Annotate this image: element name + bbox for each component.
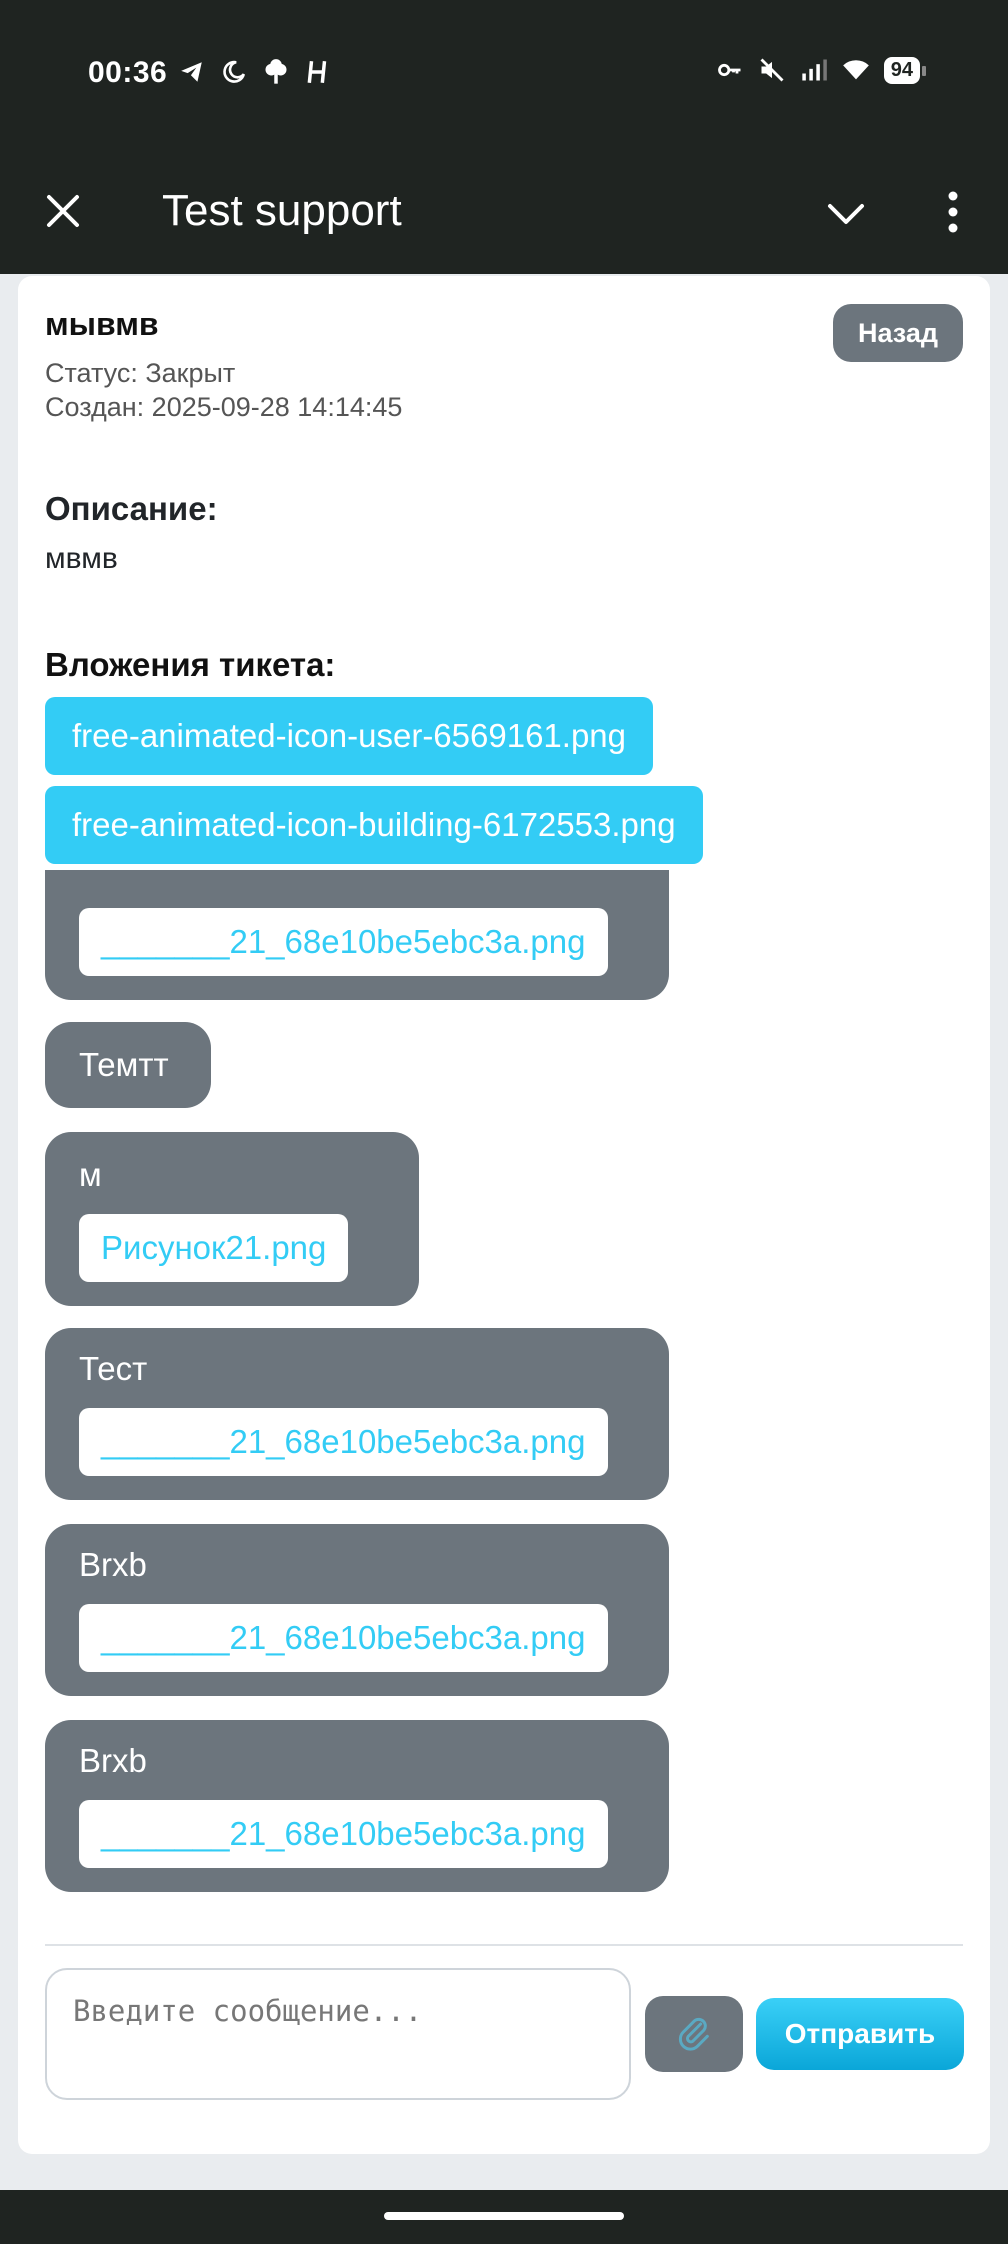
status-left-icons	[178, 58, 332, 86]
tree-icon	[262, 58, 290, 86]
message-text: Brxb	[79, 1742, 147, 1779]
description-label: Описание:	[45, 490, 218, 527]
status-right-icons: 94	[716, 56, 927, 84]
send-button[interactable]: Отправить	[756, 1998, 964, 2070]
telegram-icon	[178, 58, 206, 86]
chevron-down-icon	[828, 204, 864, 224]
ticket-attachment[interactable]: free-animated-icon-building-6172553.png	[45, 786, 703, 864]
ticket-attachment[interactable]: free-animated-icon-user-6569161.png	[45, 697, 654, 775]
message-file-link[interactable]: Рисунок21.png	[79, 1214, 349, 1282]
h-icon	[304, 58, 332, 86]
message-file-link[interactable]: _______21_68e10be5ebc3a.png	[79, 908, 608, 976]
message-file-link[interactable]: _______21_68e10be5ebc3a.png	[79, 1408, 608, 1476]
ticket-status: Статус: Закрыт	[45, 358, 236, 388]
message-text: Темтт	[79, 1046, 169, 1083]
more-menu-button[interactable]	[935, 188, 971, 236]
more-vertical-icon	[948, 191, 958, 233]
message-file-link[interactable]: _______21_68e10be5ebc3a.png	[79, 1800, 608, 1868]
mute-icon	[758, 56, 786, 84]
description-text: мвмв	[45, 542, 118, 575]
ticket-title: мывмв	[45, 306, 159, 342]
paperclip-icon	[678, 2017, 709, 2051]
collapse-button[interactable]	[822, 190, 870, 238]
close-icon	[47, 195, 79, 227]
attach-file-button[interactable]	[645, 1996, 743, 2072]
status-bar: 00:36 94	[0, 0, 1008, 150]
home-gesture-handle[interactable]	[384, 2212, 624, 2220]
message-bubble: _______21_68e10be5ebc3a.png	[45, 870, 669, 1000]
moon-icon	[220, 58, 248, 86]
wifi-icon	[842, 56, 870, 84]
key-icon	[716, 56, 744, 84]
message-text: м	[79, 1156, 102, 1193]
app-bar: Test support	[0, 150, 1008, 274]
message-text: Тест	[79, 1350, 148, 1387]
composer-divider	[45, 1944, 963, 1946]
app-title: Test support	[162, 186, 402, 235]
message-bubble: Brxb _______21_68e10be5ebc3a.png	[45, 1720, 669, 1892]
battery-indicator: 94	[883, 56, 927, 84]
navigation-bar	[0, 2190, 1008, 2244]
signal-icon	[800, 56, 828, 84]
status-time: 00:36	[88, 56, 168, 89]
close-button[interactable]	[40, 188, 86, 234]
message-bubble: Темтт	[45, 1022, 211, 1108]
message-file-link[interactable]: _______21_68e10be5ebc3a.png	[79, 1604, 608, 1672]
message-bubble: Brxb _______21_68e10be5ebc3a.png	[45, 1524, 669, 1696]
message-bubble: Тест _______21_68e10be5ebc3a.png	[45, 1328, 669, 1500]
ticket-created: Создан: 2025-09-28 14:14:45	[45, 392, 403, 422]
ticket-card: мывмв Назад Статус: Закрыт Создан: 2025-…	[18, 276, 990, 2154]
message-input[interactable]	[45, 1968, 631, 2100]
message-text: Brxb	[79, 1546, 147, 1583]
back-button[interactable]: Назад	[833, 304, 963, 362]
message-bubble: м Рисунок21.png	[45, 1132, 419, 1306]
attachments-label: Вложения тикета:	[45, 646, 336, 683]
